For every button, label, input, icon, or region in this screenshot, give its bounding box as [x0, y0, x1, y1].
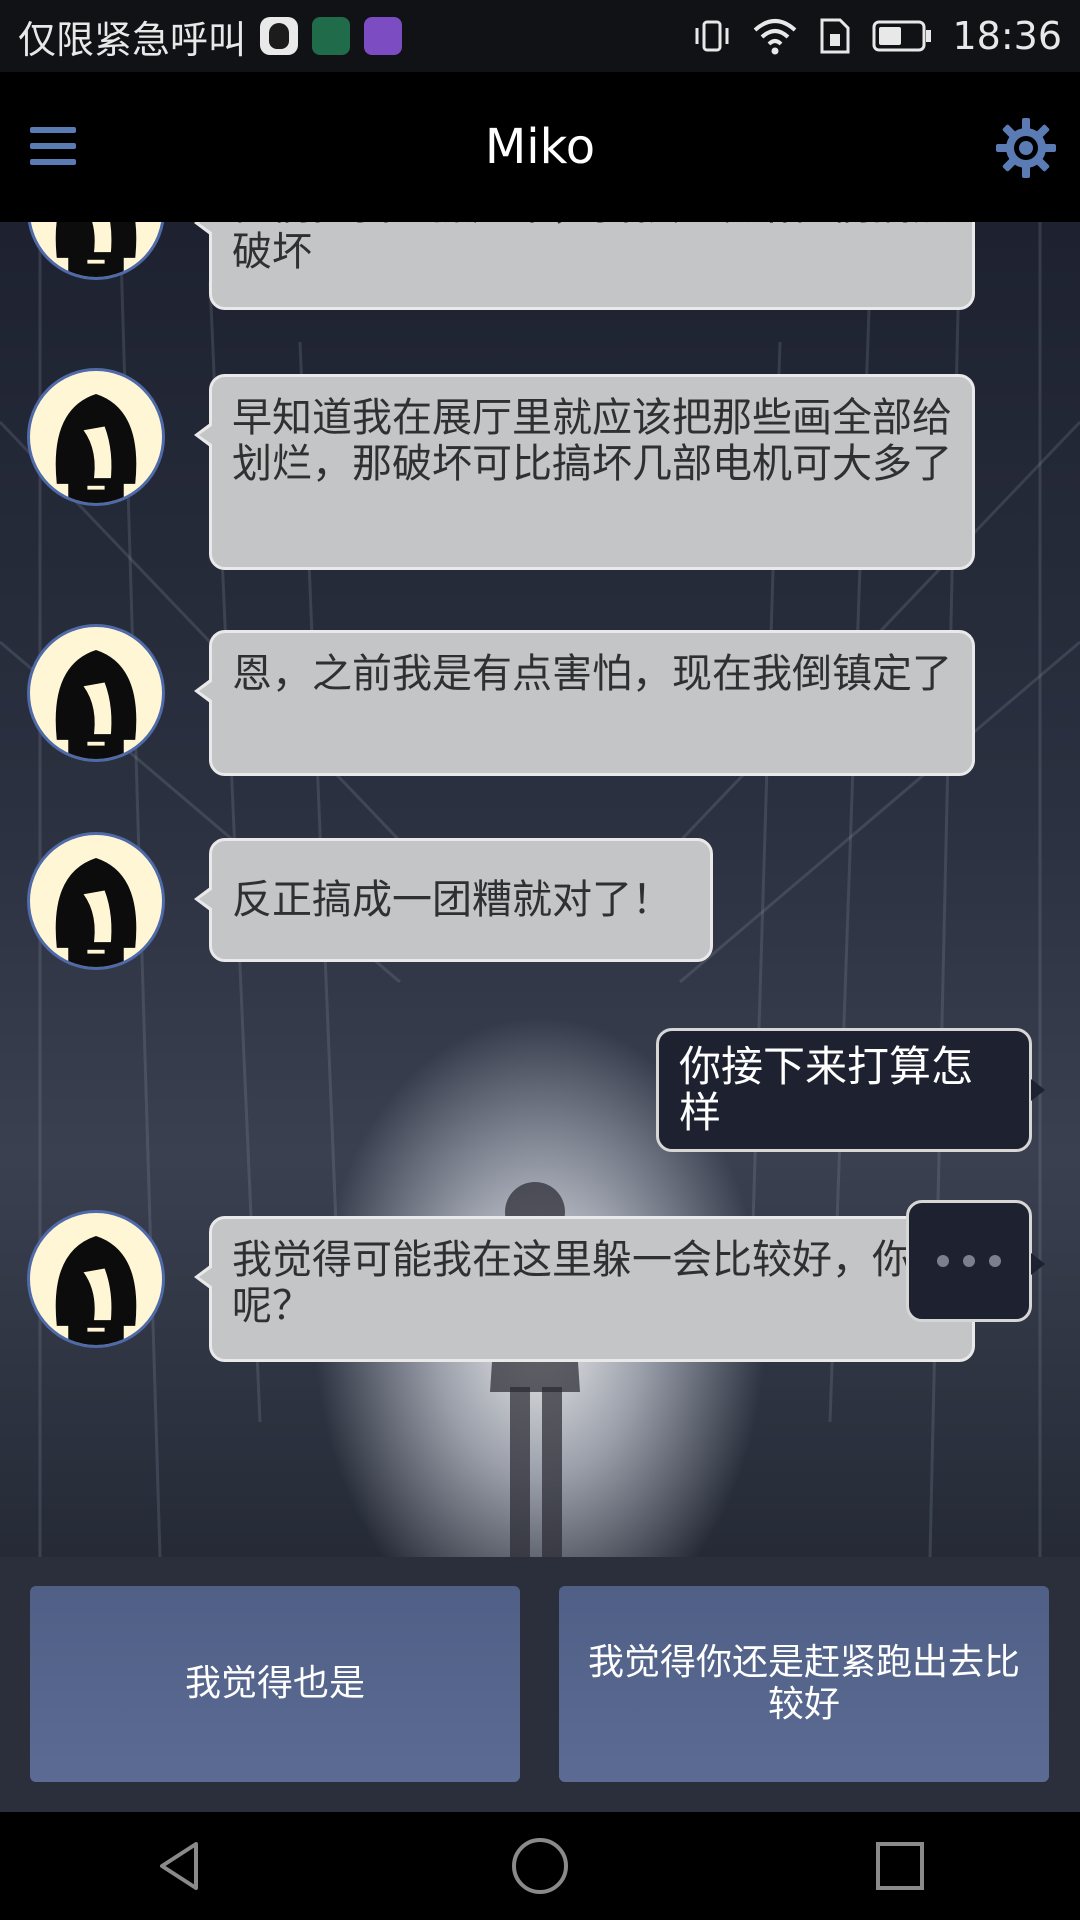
typing-dot	[989, 1255, 1001, 1267]
npc-message-bubble: 我觉得可能我在这里躲一会比较好，你说呢？	[194, 1216, 975, 1362]
typing-dot	[937, 1255, 949, 1267]
npc-avatar	[27, 368, 165, 506]
nav-bar	[0, 1812, 1080, 1920]
battery-icon	[872, 20, 932, 52]
npc-message-bubble: 他们把我也抓起来，我就应该给他们搞点破坏	[194, 222, 975, 310]
npc-avatar	[27, 1210, 165, 1348]
npc-message-bubble: 反正搞成一团糟就对了！	[194, 838, 713, 962]
status-time: 18:36	[952, 14, 1062, 58]
status-right: 18:36	[692, 14, 1062, 58]
shield-app-icon	[312, 17, 351, 55]
qq-icon	[260, 17, 299, 55]
screen: 仅限紧急呼叫 18:36 Miko 破坏 早知道我在展厅里就应该把那些画全部给划…	[0, 0, 1080, 1920]
girl-avatar-icon	[55, 857, 137, 967]
gallery-app-icon	[364, 17, 403, 55]
message-text: 他们把我也抓起来，我就应该给他们搞点破坏	[232, 222, 952, 275]
npc-message-bubble: 恩，之前我是有点害怕，现在我倒镇定了	[194, 630, 975, 776]
choice-button-agree[interactable]: 我觉得也是	[30, 1586, 520, 1782]
choice-label: 我觉得也是	[184, 1663, 365, 1704]
message-text: 恩，之前我是有点害怕，现在我倒镇定了	[232, 651, 952, 697]
vibrate-icon	[695, 20, 729, 52]
status-bar: 仅限紧急呼叫 18:36	[0, 0, 1080, 72]
message-text: 早知道我在展厅里就应该把那些画全部给划烂，那破坏可比搞坏几部电机可大多了	[232, 395, 952, 487]
typing-dot	[963, 1255, 975, 1267]
recents-icon[interactable]	[860, 1826, 940, 1906]
user-message-bubble: 你接下来打算怎样	[656, 1028, 1045, 1152]
header: Miko	[0, 72, 1080, 222]
typing-dots-icon	[906, 1200, 1045, 1322]
girl-avatar-icon	[55, 649, 137, 759]
message-text: 反正搞成一团糟就对了！	[232, 877, 672, 923]
back-icon[interactable]	[140, 1826, 220, 1906]
npc-message-bubble: 早知道我在展厅里就应该把那些画全部给划烂，那破坏可比搞坏几部电机可大多了	[194, 374, 975, 570]
gear-icon[interactable]	[994, 116, 1058, 180]
hamburger-menu-icon[interactable]	[30, 127, 76, 167]
choice-label: 我觉得你还是赶紧跑出去比较好	[587, 1642, 1020, 1725]
wifi-icon	[754, 19, 797, 55]
choice-area: 我觉得也是 我觉得你还是赶紧跑出去比较好	[0, 1557, 1080, 1812]
chat-area[interactable]: 他们把我也抓起来，我就应该给他们搞点破坏 早知道我在展厅里就应该把那些画全部给划…	[0, 222, 1080, 1557]
status-left: 仅限紧急呼叫	[18, 9, 403, 64]
girl-avatar-icon	[55, 1235, 137, 1345]
carrier-text: 仅限紧急呼叫	[18, 17, 247, 62]
npc-avatar	[27, 624, 165, 762]
npc-avatar	[27, 832, 165, 970]
message-text: 我觉得可能我在这里躲一会比较好，你说呢？	[232, 1237, 952, 1329]
page-title: Miko	[484, 119, 596, 175]
choice-button-run[interactable]: 我觉得你还是赶紧跑出去比较好	[559, 1586, 1049, 1782]
girl-avatar-icon	[55, 393, 137, 503]
sim-icon	[820, 18, 850, 54]
message-text: 你接下来打算怎样	[679, 1042, 974, 1137]
home-icon[interactable]	[500, 1826, 580, 1906]
